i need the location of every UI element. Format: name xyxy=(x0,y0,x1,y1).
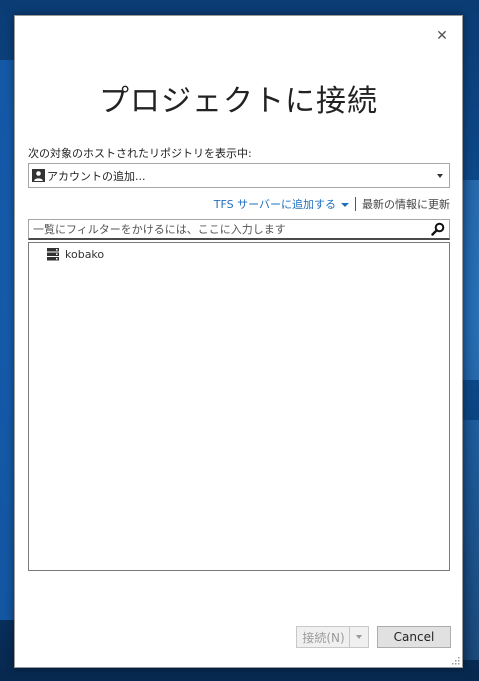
dialog-title: プロジェクトに接続 xyxy=(99,84,378,119)
user-icon xyxy=(32,169,45,182)
connect-button-label: 接続(N) xyxy=(302,630,345,645)
hosted-repositories-label: 次の対象のホストされたリポジトリを表示中: xyxy=(28,147,252,160)
list-item[interactable]: kobako xyxy=(47,248,104,261)
cancel-button[interactable]: Cancel xyxy=(377,626,451,648)
caret-down-icon xyxy=(341,203,349,207)
account-select-value: アカウントの追加... xyxy=(47,169,146,183)
search-icon[interactable] xyxy=(431,222,445,236)
filter-box xyxy=(28,219,450,240)
close-button[interactable]: ✕ xyxy=(432,26,452,46)
refresh-link[interactable]: 最新の情報に更新 xyxy=(362,196,450,212)
actions-links-row: TFS サーバーに追加する 最新の情報に更新 xyxy=(214,196,450,212)
repository-list: kobako xyxy=(28,242,450,571)
filter-input[interactable] xyxy=(29,222,431,236)
link-separator xyxy=(355,197,356,211)
add-tfs-server-label: TFS サーバーに追加する xyxy=(213,198,336,211)
connect-options-button[interactable] xyxy=(349,627,368,647)
account-select[interactable]: アカウントの追加... xyxy=(28,163,450,188)
repository-name: kobako xyxy=(65,248,105,261)
chevron-down-icon xyxy=(437,173,443,178)
server-icon xyxy=(47,248,59,261)
add-tfs-server-link[interactable]: TFS サーバーに追加する xyxy=(214,196,349,212)
resize-grip-icon[interactable] xyxy=(450,655,460,665)
chevron-down-icon xyxy=(356,635,362,639)
connect-project-dialog: ✕ プロジェクトに接続 次の対象のホストされたリポジトリを表示中: アカウントの… xyxy=(14,15,463,668)
connect-button[interactable]: 接続(N) xyxy=(296,626,369,648)
